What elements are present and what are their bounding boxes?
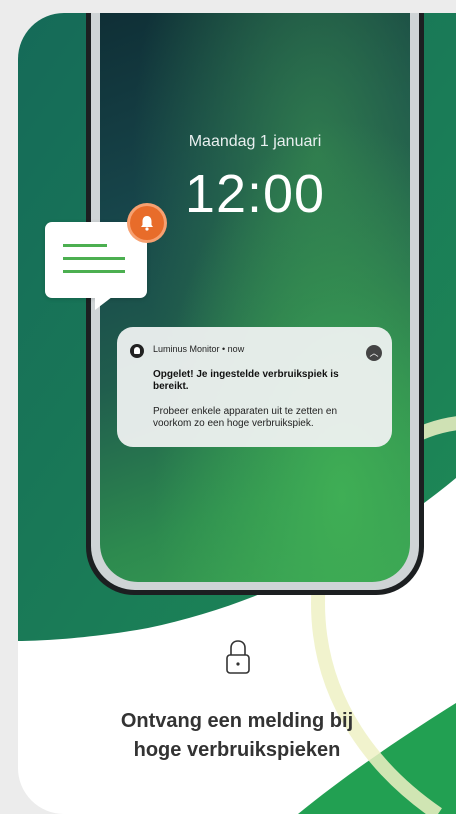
notification-app-name: Luminus Monitor • now (153, 344, 245, 354)
lockscreen-date: Maandag 1 januari (188, 133, 322, 150)
app-bell-icon (130, 344, 144, 358)
lock-icon (226, 640, 250, 674)
chat-bubble-icon (45, 222, 147, 310)
notification-body: Probeer enkele apparaten uit te zetten e… (153, 406, 338, 429)
chevron-up-icon[interactable]: ︿ (366, 345, 382, 361)
bell-icon (130, 206, 164, 240)
headline-line-2: hoge verbruikspieken (133, 739, 341, 761)
headline-line-1: Ontvang een melding bij (120, 710, 354, 732)
feature-card: Maandag 1 januari 12:00 Luminus Monitor … (18, 13, 456, 814)
feature-headline: Ontvang een melding bij hoge verbruikspi… (18, 707, 456, 765)
phone-mockup: Maandag 1 januari 12:00 Luminus Monitor … (86, 13, 424, 595)
notification-title: Opgelet! Je ingestelde verbruikspiek is … (153, 369, 339, 392)
notification-card[interactable]: Luminus Monitor • now ︿ Opgelet! Je inge… (117, 327, 392, 447)
lock-screen: Maandag 1 januari 12:00 Luminus Monitor … (100, 13, 410, 582)
